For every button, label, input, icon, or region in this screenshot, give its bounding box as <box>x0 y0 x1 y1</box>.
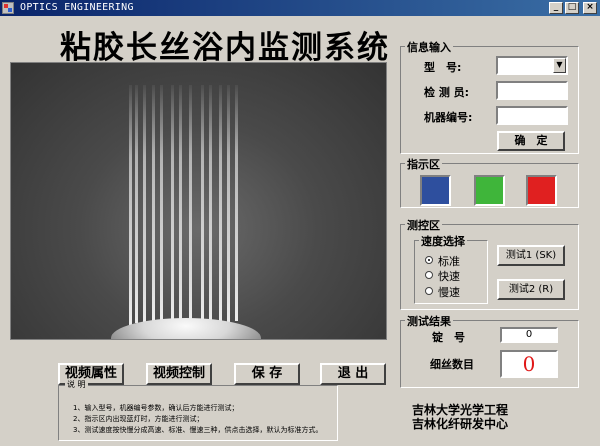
test1-button[interactable]: 测试1 (SK) <box>497 245 565 266</box>
fiber-count-label: 细丝数目 <box>430 358 474 371</box>
fiber-strand <box>135 85 138 323</box>
instruction-line: 1、输入型号，机器编号参数，确认后方能进行测试； <box>73 404 239 412</box>
speed-slow-radio[interactable] <box>425 287 433 295</box>
dropdown-arrow-icon[interactable]: ▼ <box>553 58 566 73</box>
spinneret-glow <box>111 318 261 339</box>
fiber-count-display: 0 <box>500 350 558 378</box>
ingot-number-label: 锭 号 <box>432 331 465 344</box>
instruction-line: 3、测试速度按快慢分成高速、标准、慢速三种，供点击选择，默认为标准方式。 <box>73 426 323 434</box>
video-control-button[interactable]: 视频控制 <box>146 363 212 385</box>
indicator-light-green <box>474 175 505 206</box>
fiber-strand <box>143 85 146 325</box>
machine-number-label: 机器编号: <box>424 111 473 124</box>
save-button[interactable]: 保 存 <box>234 363 300 385</box>
instructions-legend: 说 明 <box>65 379 88 390</box>
maximize-button[interactable]: □ <box>565 2 579 14</box>
video-display <box>10 62 387 340</box>
info-input-title: 信息输入 <box>405 39 453 55</box>
fiber-strand <box>179 85 182 325</box>
title-bar: OPTICS ENGINEERING _ □ × <box>0 0 600 16</box>
inspector-input[interactable] <box>496 81 568 100</box>
speed-standard-radio[interactable] <box>425 256 433 264</box>
indicator-light-red <box>526 175 557 206</box>
fiber-strand <box>189 85 192 323</box>
fiber-strand <box>152 85 155 321</box>
test2-button[interactable]: 测试2 (R) <box>497 279 565 300</box>
fiber-strand <box>201 85 204 321</box>
confirm-button[interactable]: 确 定 <box>497 131 565 151</box>
indicator-title: 指示区 <box>405 156 442 172</box>
fiber-strand <box>209 85 212 325</box>
fiber-strand <box>160 85 163 325</box>
ingot-number-display: 0 <box>500 327 558 343</box>
close-button[interactable]: × <box>583 2 597 14</box>
speed-standard-label: 标准 <box>438 255 460 268</box>
exit-button[interactable]: 退 出 <box>320 363 386 385</box>
indicator-light-blue <box>420 175 451 206</box>
instructions-panel: 说 明 1、输入型号，机器编号参数，确认后方能进行测试； 2、指示区内出现蓝灯时… <box>58 379 338 441</box>
main-title: 粘胶长丝浴内监测系统 <box>60 30 390 66</box>
results-title: 测试结果 <box>405 313 453 329</box>
fiber-strand <box>219 85 222 321</box>
fiber-strand <box>171 85 174 323</box>
model-label: 型 号: <box>424 61 462 74</box>
machine-number-input[interactable] <box>496 106 568 125</box>
control-title: 测控区 <box>405 217 442 233</box>
fiber-strand <box>129 85 132 325</box>
inspector-label: 检 测 员: <box>424 86 470 99</box>
org-line-2: 吉林化纤研发中心 <box>412 417 509 431</box>
model-combobox[interactable]: ▼ <box>496 56 568 75</box>
main-window: OPTICS ENGINEERING _ □ × 粘胶长丝浴内监测系统 视频属性… <box>0 0 600 446</box>
window-title: OPTICS ENGINEERING <box>20 2 134 13</box>
fiber-strand <box>235 85 238 321</box>
speed-fast-radio[interactable] <box>425 271 433 279</box>
speed-title: 速度选择 <box>419 233 467 249</box>
speed-slow-label: 慢速 <box>438 286 460 299</box>
speed-fast-label: 快速 <box>438 270 460 283</box>
app-icon[interactable] <box>2 2 14 14</box>
fiber-strand <box>227 85 230 323</box>
minimize-button[interactable]: _ <box>549 2 563 14</box>
instruction-line: 2、指示区内出现蓝灯时，方能进行测试； <box>73 415 204 423</box>
